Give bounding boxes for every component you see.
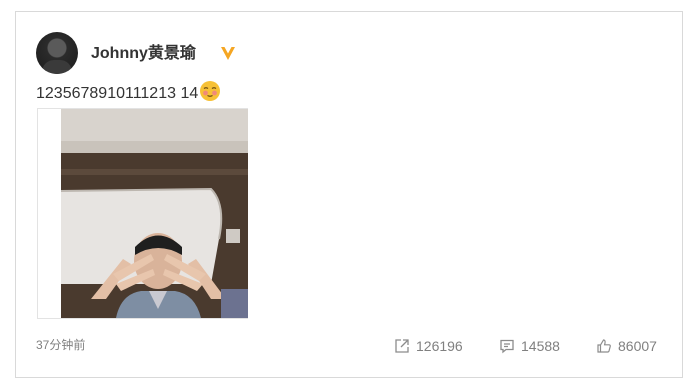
username[interactable]: Johnny黄景瑜 [91,45,196,63]
post-text-content: 1235678910111213 14 [36,85,199,102]
post-time: 37分钟前 [36,338,86,352]
share-button[interactable]: 126196 [394,337,463,355]
comment-count: 14588 [521,338,560,354]
post-image[interactable] [37,108,248,319]
like-icon [597,339,611,353]
weibo-post-card: Johnny黄景瑜 1235678910111213 14 37分钟前 1261… [15,11,683,378]
avatar[interactable] [36,32,78,74]
like-count: 86007 [618,338,657,354]
comment-icon [500,339,514,354]
like-button[interactable]: 86007 [596,337,657,355]
share-icon [395,339,409,353]
avatar-figure [42,60,72,74]
comment-button[interactable]: 14588 [499,337,560,355]
verified-icon [221,47,235,60]
post-text: 1235678910111213 14 [36,80,221,108]
share-count: 126196 [416,338,463,354]
flushed-smile-emoji-icon [199,80,221,108]
photo [61,109,248,318]
